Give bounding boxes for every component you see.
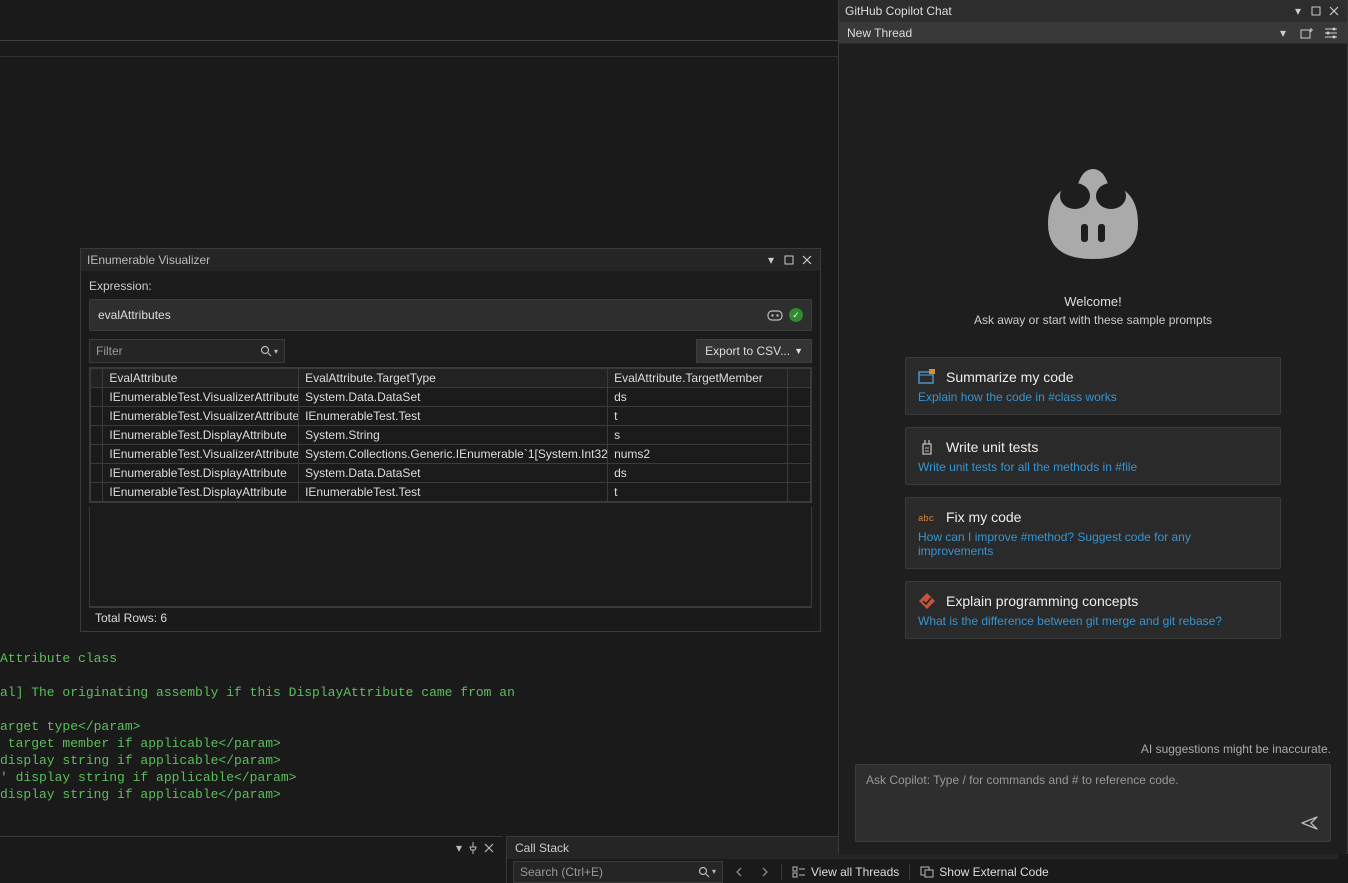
welcome-subtitle: Ask away or start with these sample prom… (974, 313, 1212, 327)
settings-icon[interactable] (1323, 26, 1339, 40)
card-icon: abc (918, 508, 936, 526)
close-icon[interactable] (800, 253, 814, 267)
card-icon (918, 368, 936, 386)
close-icon[interactable] (484, 843, 494, 853)
svg-text:abc: abc (918, 514, 934, 524)
thread-bar[interactable]: New Thread ▾ (839, 22, 1347, 44)
new-thread-icon[interactable] (1299, 26, 1315, 40)
column-header[interactable]: EvalAttribute.TargetType (299, 369, 608, 388)
prompt-card[interactable]: Write unit testsWrite unit tests for all… (905, 427, 1281, 485)
maximize-icon[interactable] (1309, 4, 1323, 18)
chevron-down-icon[interactable]: ▾ (1275, 26, 1291, 40)
table-row[interactable]: IEnumerableTest.DisplayAttributeSystem.D… (91, 464, 811, 483)
copilot-icon[interactable] (767, 308, 783, 322)
code-editor-fragment: Attribute class al] The originating asse… (0, 650, 838, 803)
export-csv-button[interactable]: Export to CSV... ▼ (696, 339, 812, 363)
table-row[interactable]: IEnumerableTest.DisplayAttributeSystem.S… (91, 426, 811, 445)
expression-box[interactable]: evalAttributes ✓ (89, 299, 812, 331)
bottom-left-panel: ▾ (0, 836, 502, 883)
maximize-icon[interactable] (782, 253, 796, 267)
view-all-threads-button[interactable]: View all Threads (792, 865, 899, 879)
copilot-titlebar[interactable]: GitHub Copilot Chat ▾ (839, 0, 1347, 22)
show-external-code-button[interactable]: Show External Code (920, 865, 1048, 879)
ienumerable-visualizer-panel: IEnumerable Visualizer ▾ Expression: eva… (80, 248, 821, 632)
dropdown-icon[interactable]: ▾ (456, 841, 462, 855)
table-row[interactable]: IEnumerableTest.VisualizerAttributeIEnum… (91, 407, 811, 426)
column-header[interactable]: EvalAttribute (103, 369, 299, 388)
visualizer-titlebar[interactable]: IEnumerable Visualizer ▾ (81, 249, 820, 271)
welcome-heading: Welcome! (1064, 294, 1122, 309)
prompt-card[interactable]: Summarize my codeExplain how the code in… (905, 357, 1281, 415)
dropdown-icon[interactable]: ▾ (764, 253, 778, 267)
copilot-logo-icon (1028, 154, 1158, 274)
threads-icon (792, 865, 806, 879)
copilot-input[interactable]: Ask Copilot: Type / for commands and # t… (855, 764, 1331, 842)
callstack-search-input[interactable]: Search (Ctrl+E) ▾ (513, 861, 723, 883)
card-icon (918, 592, 936, 610)
table-row[interactable]: IEnumerableTest.VisualizerAttributeSyste… (91, 388, 811, 407)
pin-icon[interactable] (468, 842, 478, 854)
visualizer-title: IEnumerable Visualizer (87, 253, 210, 267)
total-rows-label: Total Rows: 6 (89, 607, 812, 628)
send-icon[interactable] (1300, 813, 1320, 833)
close-icon[interactable] (1327, 4, 1341, 18)
expression-label: Expression: (89, 279, 812, 293)
forward-icon[interactable] (757, 865, 771, 879)
prompt-card[interactable]: abcFix my codeHow can I improve #method?… (905, 497, 1281, 569)
filter-placeholder: Filter (96, 344, 123, 358)
status-ok-icon: ✓ (789, 308, 803, 322)
expression-value: evalAttributes (98, 308, 171, 322)
column-header[interactable]: EvalAttribute.TargetMember (608, 369, 788, 388)
prompt-card[interactable]: Explain programming conceptsWhat is the … (905, 581, 1281, 639)
table-row[interactable]: IEnumerableTest.VisualizerAttributeSyste… (91, 445, 811, 464)
disclaimer-text: AI suggestions might be inaccurate. (855, 742, 1331, 756)
table-row[interactable]: IEnumerableTest.DisplayAttributeIEnumera… (91, 483, 811, 502)
search-icon[interactable]: ▾ (260, 345, 278, 357)
external-code-icon (920, 865, 934, 879)
data-grid[interactable]: EvalAttributeEvalAttribute.TargetTypeEva… (89, 367, 812, 503)
chevron-down-icon: ▼ (794, 346, 803, 356)
copilot-chat-panel: GitHub Copilot Chat ▾ New Thread ▾ (838, 0, 1348, 854)
card-icon (918, 438, 936, 456)
back-icon[interactable] (733, 865, 747, 879)
dropdown-icon[interactable]: ▾ (1291, 4, 1305, 18)
filter-input[interactable]: Filter ▾ (89, 339, 285, 363)
search-icon[interactable] (698, 866, 710, 878)
